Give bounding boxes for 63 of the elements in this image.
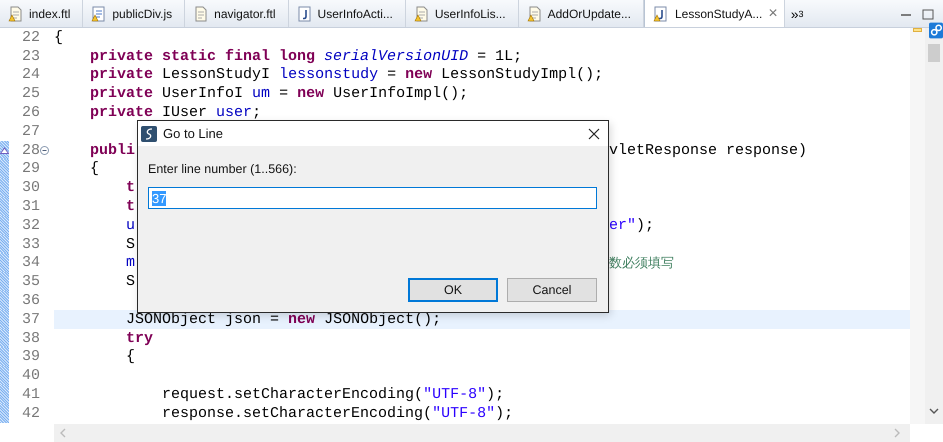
- code-line: response.setCharacterEncoding("UTF-8");: [161, 404, 514, 422]
- line-number: 41: [20, 386, 40, 404]
- vertical-scrollbar[interactable]: [925, 28, 943, 424]
- line-number: 31: [20, 198, 40, 216]
- code-line: publi: [89, 142, 136, 159]
- close-icon[interactable]: [588, 128, 600, 140]
- collapse-icon[interactable]: [40, 146, 49, 155]
- code-line: {: [125, 348, 136, 366]
- line-number: 37: [20, 310, 40, 328]
- line-number: 38: [20, 330, 40, 347]
- code-line: S: [125, 273, 136, 290]
- code-line: t: [125, 198, 136, 216]
- ok-button[interactable]: OK: [408, 278, 498, 302]
- line-number: 42: [20, 404, 40, 422]
- editor-tab[interactable]: navigator.ftl: [185, 0, 289, 27]
- code-line: {: [89, 160, 100, 178]
- line-number: 24: [20, 66, 40, 84]
- maximize-icon[interactable]: [921, 6, 935, 20]
- code-line: vletResponse response): [609, 142, 808, 159]
- editor-tab[interactable]: AddOrUpdate...: [518, 0, 644, 27]
- code-line: m: [125, 254, 136, 272]
- code-line: private IUser user;: [89, 104, 262, 122]
- code-line: private UserInfoI um = new UserInfoImpl();: [89, 85, 468, 102]
- code-line: private static final long serialVersionUID = 1L;: [89, 48, 522, 65]
- editor-tab[interactable]: UserInfoLis...: [406, 0, 519, 27]
- editor-tab[interactable]: LessonStudyA... ×: [644, 0, 785, 27]
- code-line: er");: [609, 216, 654, 234]
- code-line: private LessonStudyI lessonstudy = new LessonStudyImpl();: [89, 66, 604, 84]
- scrollbar-thumb[interactable]: [928, 44, 940, 62]
- warning-marker[interactable]: [913, 28, 922, 32]
- line-number: 32: [20, 216, 40, 234]
- line-number: 33: [20, 236, 40, 253]
- editor-tab[interactable]: publicDiv.js: [83, 0, 186, 27]
- code-line: {: [54, 28, 64, 46]
- line-number: 26: [20, 104, 40, 122]
- line-number: 34: [20, 254, 40, 272]
- code-line: request.setCharacterEncoding("UTF-8");: [161, 386, 504, 404]
- line-number: 25: [20, 85, 40, 102]
- close-tab-button[interactable]: ×: [768, 4, 778, 22]
- line-number: 36: [20, 292, 40, 310]
- line-number: 40: [20, 367, 40, 384]
- dialog-title: Go to Line: [163, 126, 224, 141]
- code-line: t: [125, 179, 136, 196]
- editor-tab[interactable]: index.ftl: [0, 0, 84, 27]
- line-number: 29: [20, 160, 40, 178]
- line-number: 28: [20, 142, 40, 159]
- code-line: 数必须填写: [609, 254, 674, 272]
- cancel-button[interactable]: Cancel: [507, 278, 597, 302]
- line-number: 27: [20, 122, 40, 140]
- field-label: Enter line number (1..566):: [148, 162, 298, 176]
- line-number: 30: [20, 179, 40, 196]
- code-line: JSONObject json = new JSONObject();: [125, 310, 442, 328]
- editor-tab[interactable]: UserInfoActi...: [288, 0, 406, 27]
- scroll-down-icon[interactable]: [929, 408, 939, 414]
- app-icon: [141, 126, 157, 142]
- line-number: 23: [20, 48, 40, 65]
- code-line: S: [125, 236, 136, 253]
- line-number: 39: [20, 348, 40, 366]
- line-number: 22: [20, 28, 40, 46]
- link-icon[interactable]: [929, 22, 943, 39]
- line-number: 35: [20, 273, 40, 290]
- code-line: try: [125, 330, 154, 347]
- code-line: u: [125, 216, 136, 234]
